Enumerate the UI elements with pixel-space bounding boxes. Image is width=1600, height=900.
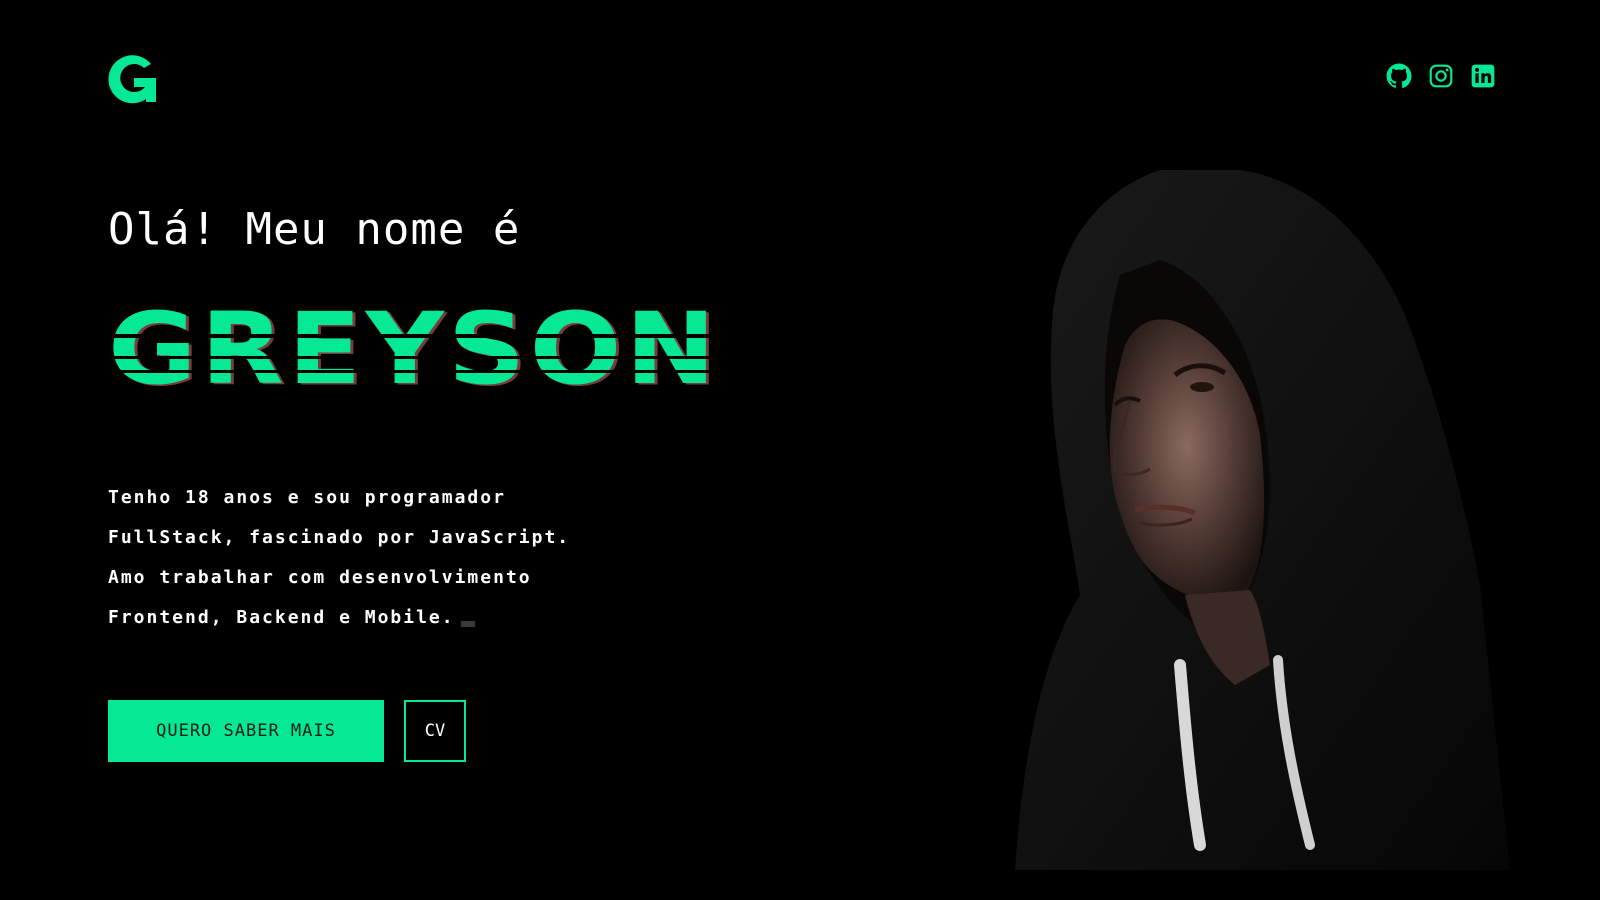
bio-line: Tenho 18 anos e sou programador: [108, 487, 506, 508]
bio-line: Amo trabalhar com desenvolvimento: [108, 567, 532, 588]
bio-line: Frontend, Backend e Mobile.: [108, 607, 455, 628]
bio-text: Tenho 18 anos e sou programador FullStac…: [108, 486, 668, 646]
bio-line-last: Frontend, Backend e Mobile.: [108, 606, 668, 646]
instagram-icon[interactable]: [1428, 63, 1454, 89]
landing-page: Olá! Meu nome é GREYSON Tenho 18 anos e …: [0, 0, 1600, 900]
name-heading: GREYSON: [108, 291, 720, 407]
glitch-stripe: [108, 334, 720, 338]
github-icon[interactable]: [1386, 63, 1412, 89]
glitch-stripe: [108, 370, 720, 373]
glitch-stripe: [108, 356, 720, 359]
typing-cursor: [460, 621, 475, 627]
greeting-text: Olá! Meu nome é: [108, 204, 521, 255]
name-heading-wrap: GREYSON: [108, 300, 720, 410]
learn-more-button[interactable]: QUERO SABER MAIS: [108, 700, 384, 762]
linkedin-icon[interactable]: [1470, 63, 1496, 89]
portrait-photo: [1010, 165, 1510, 870]
cv-button[interactable]: CV: [404, 700, 466, 762]
bio-line: FullStack, fascinado por JavaScript.: [108, 527, 571, 548]
social-links: [1386, 63, 1496, 89]
g-logo-icon[interactable]: [104, 50, 160, 106]
